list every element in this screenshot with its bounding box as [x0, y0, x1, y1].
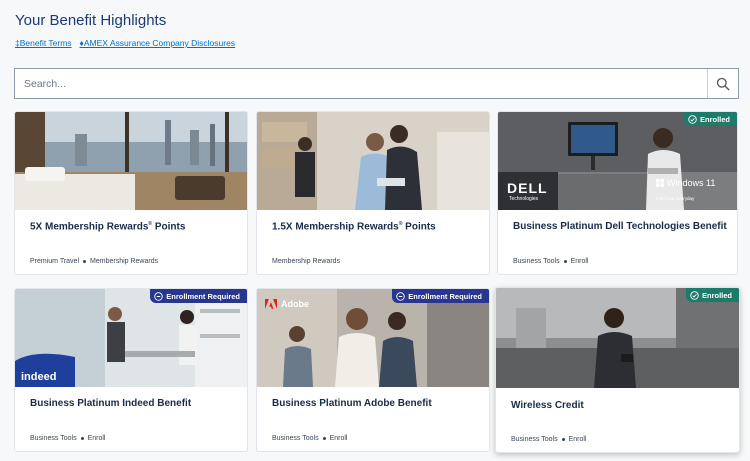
search-button[interactable] — [707, 69, 738, 98]
card-tags: Business Tools Enroll — [513, 258, 588, 265]
windows-tagline: Fuel your everyday — [656, 196, 695, 201]
card-image — [257, 112, 489, 210]
benefit-card-dell[interactable]: DELL Technologies Windows 11 Fuel your e… — [497, 111, 738, 275]
tag: Enroll — [570, 258, 589, 265]
tag: Enroll — [329, 435, 348, 442]
card-tags: Premium Travel Membership Rewards — [30, 258, 158, 265]
check-circle-icon — [690, 290, 699, 300]
minus-circle-icon — [396, 291, 405, 301]
tag: Business Tools — [511, 436, 558, 443]
enrollment-required-badge: Enrollment Required — [392, 289, 489, 303]
benefit-card-wireless-credit[interactable]: Enrolled Wireless Credit Business Tools … — [495, 287, 740, 453]
indeed-logo: indeed — [21, 371, 57, 383]
tag: Enroll — [87, 435, 106, 442]
windows-logo: Windows 11 — [656, 178, 715, 188]
benefit-card-5x-membership-rewards[interactable]: 5X Membership Rewards® Points Premium Tr… — [14, 111, 248, 275]
card-tags: Business Tools Enroll — [272, 435, 347, 442]
card-image: Adobe — [257, 289, 489, 387]
benefit-card-1-5x-membership-rewards[interactable]: 1.5X Membership Rewards® Points Membersh… — [256, 111, 490, 275]
card-image: indeed — [15, 289, 247, 387]
tag: Premium Travel — [30, 258, 80, 265]
card-title: Wireless Credit — [511, 400, 584, 411]
card-title: 1.5X Membership Rewards® Points — [272, 221, 436, 233]
disclosure-links: ‡Benefit Terms ♦AMEX Assurance Company D… — [15, 38, 235, 48]
card-tags: Membership Rewards — [272, 258, 340, 265]
adobe-icon — [265, 299, 277, 309]
search-input[interactable] — [15, 69, 707, 98]
benefit-card-adobe[interactable]: Adobe Enrollment Required Business Plati… — [256, 288, 490, 452]
card-tags: Business Tools Enroll — [30, 435, 105, 442]
search-icon — [716, 77, 730, 91]
card-tags: Business Tools Enroll — [511, 436, 586, 443]
tag: Business Tools — [272, 435, 319, 442]
enrolled-badge: Enrolled — [685, 288, 739, 302]
enrolled-badge: Enrolled — [683, 112, 737, 126]
tag: Business Tools — [30, 435, 77, 442]
card-title: Business Platinum Adobe Benefit — [272, 398, 432, 409]
benefit-terms-link[interactable]: ‡Benefit Terms — [15, 38, 72, 48]
check-circle-icon — [688, 114, 697, 124]
amex-disclosures-link[interactable]: ♦AMEX Assurance Company Disclosures — [80, 38, 236, 48]
card-title: Business Platinum Indeed Benefit — [30, 398, 192, 409]
card-title: 5X Membership Rewards® Points — [30, 221, 186, 233]
adobe-logo: Adobe — [265, 299, 309, 309]
tag: Business Tools — [513, 258, 560, 265]
tag: Membership Rewards — [90, 258, 159, 265]
dell-logo-subtitle: Technologies — [509, 196, 539, 202]
windows-icon — [656, 179, 664, 187]
benefit-card-indeed[interactable]: indeed Enrollment Required Business Plat… — [14, 288, 248, 452]
card-image — [496, 288, 739, 388]
enrollment-required-badge: Enrollment Required — [150, 289, 247, 303]
card-image — [15, 112, 247, 210]
page-title: Your Benefit Highlights — [15, 12, 167, 29]
dell-logo: DELL — [507, 180, 548, 196]
tag: Membership Rewards — [272, 258, 341, 265]
search-bar — [14, 68, 739, 99]
card-title: Business Platinum Dell Technologies Bene… — [513, 221, 727, 232]
minus-circle-icon — [154, 291, 163, 301]
card-image: DELL Technologies Windows 11 Fuel your e… — [498, 112, 737, 210]
tag: Enroll — [568, 436, 587, 443]
